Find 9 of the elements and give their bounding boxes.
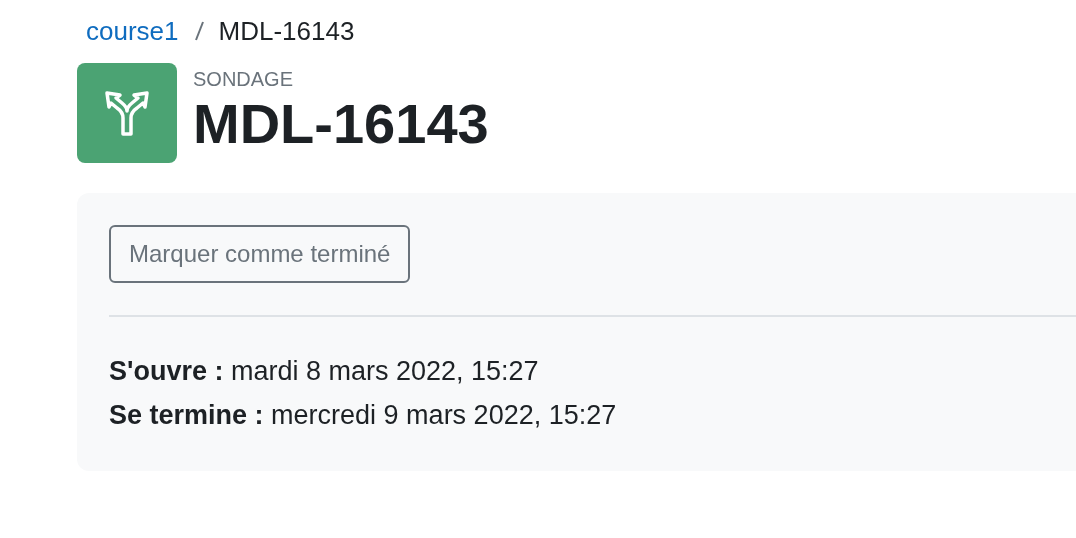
- breadcrumb-separator-icon: [192, 19, 205, 43]
- split-arrow-icon: [105, 90, 149, 136]
- date-line: S'ouvre : mardi 8 mars 2022, 15:27: [109, 355, 540, 387]
- breadcrumb-link[interactable]: course1: [86, 13, 179, 49]
- breadcrumb-current: MDL-16143: [218, 15, 355, 48]
- module-type-label: SONDAGE: [193, 67, 295, 92]
- date-line: Se termine : mercredi 9 mars 2022, 15:27: [109, 399, 618, 431]
- mark-complete-button[interactable]: Marquer comme terminé: [109, 225, 411, 283]
- page-title: MDL-16143: [193, 92, 489, 156]
